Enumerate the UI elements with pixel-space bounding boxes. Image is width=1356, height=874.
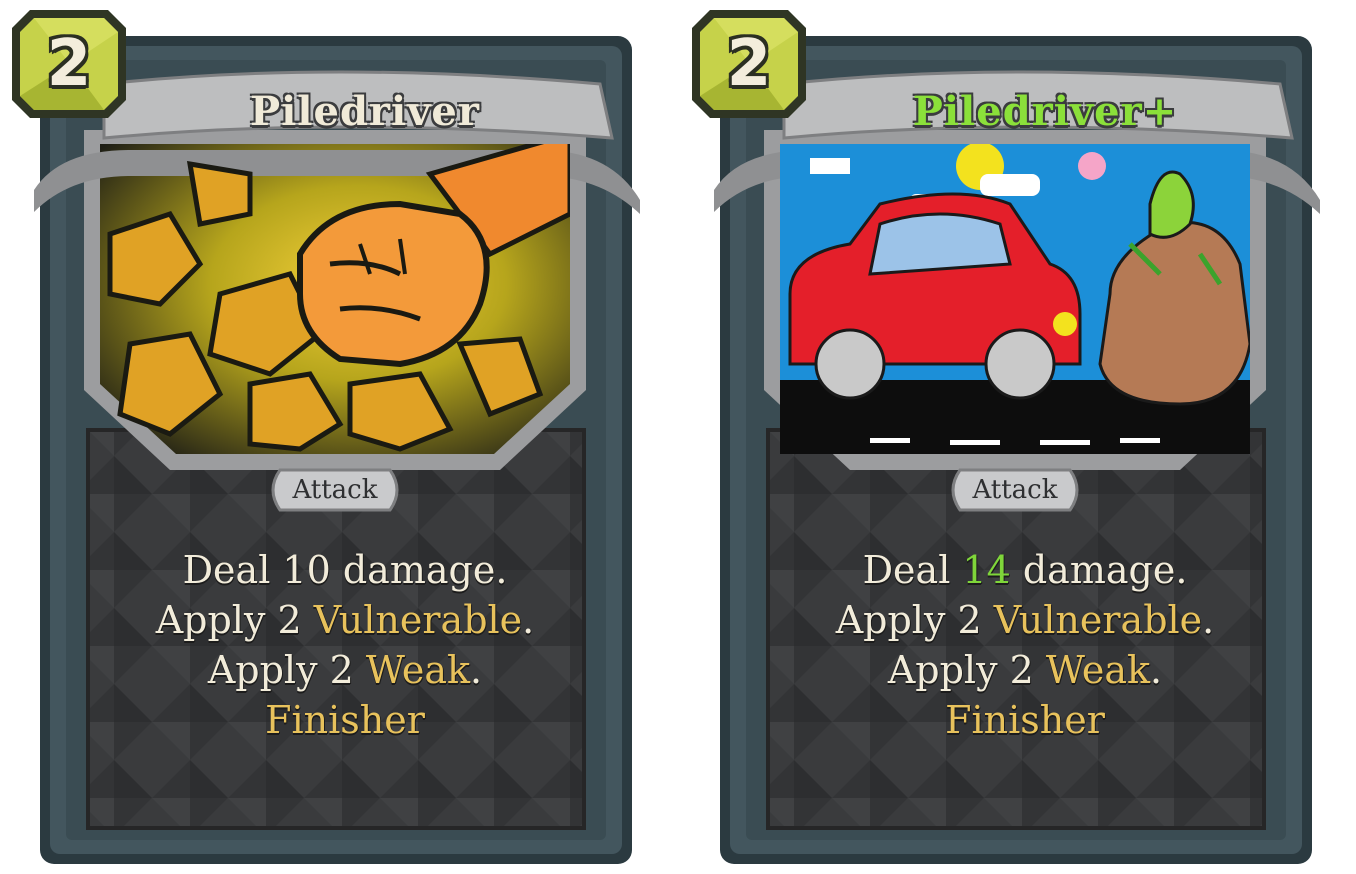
keyword-weak: Weak	[365, 648, 471, 692]
keyword-finisher: Finisher	[265, 698, 425, 742]
card-art-fist	[107, 144, 570, 452]
desc-text: Apply 2	[207, 648, 366, 692]
keyword-weak: Weak	[1045, 648, 1151, 692]
card-description: Deal 10 damage. Apply 2 Vulnerable. Appl…	[60, 545, 630, 745]
desc-text: .	[470, 648, 483, 692]
energy-cost: 2	[46, 27, 92, 101]
desc-text: Apply 2	[155, 598, 314, 642]
card-piledriver-upgraded[interactable]: 2 Piledriver+ Attack Deal 14 damage. App…	[680, 0, 1320, 874]
desc-text: .	[1150, 648, 1163, 692]
card-description: Deal 14 damage. Apply 2 Vulnerable. Appl…	[740, 545, 1310, 745]
desc-line-3: Apply 2 Weak.	[740, 645, 1310, 695]
desc-text: damage.	[1010, 548, 1188, 592]
desc-line-1: Deal 14 damage.	[740, 545, 1310, 595]
keyword-vulnerable: Vulnerable	[993, 598, 1203, 642]
keyword-finisher: Finisher	[945, 698, 1105, 742]
upgraded-value: 14	[962, 548, 1011, 592]
desc-line-2: Apply 2 Vulnerable.	[740, 595, 1310, 645]
energy-cost: 2	[726, 27, 772, 101]
desc-line-4: Finisher	[60, 695, 630, 745]
desc-text: .	[1202, 598, 1215, 642]
desc-text: .	[522, 598, 535, 642]
desc-line-2: Apply 2 Vulnerable.	[60, 595, 630, 645]
desc-text: Apply 2	[835, 598, 994, 642]
desc-line-4: Finisher	[740, 695, 1310, 745]
card-type: Attack	[972, 475, 1058, 505]
desc-line-1: Deal 10 damage.	[60, 545, 630, 595]
card-title: Piledriver+	[912, 88, 1178, 135]
keyword-vulnerable: Vulnerable	[313, 598, 523, 642]
desc-text: Deal	[862, 548, 963, 592]
desc-line-3: Apply 2 Weak.	[60, 645, 630, 695]
card-piledriver[interactable]: 2 Piledriver Attack Deal 10 damage. Appl…	[0, 0, 640, 874]
card-type: Attack	[292, 475, 378, 505]
desc-text: Apply 2	[887, 648, 1046, 692]
card-art-car	[780, 144, 1250, 454]
card-title: Piledriver	[250, 88, 480, 135]
desc-text: Deal 10 damage.	[182, 548, 508, 592]
